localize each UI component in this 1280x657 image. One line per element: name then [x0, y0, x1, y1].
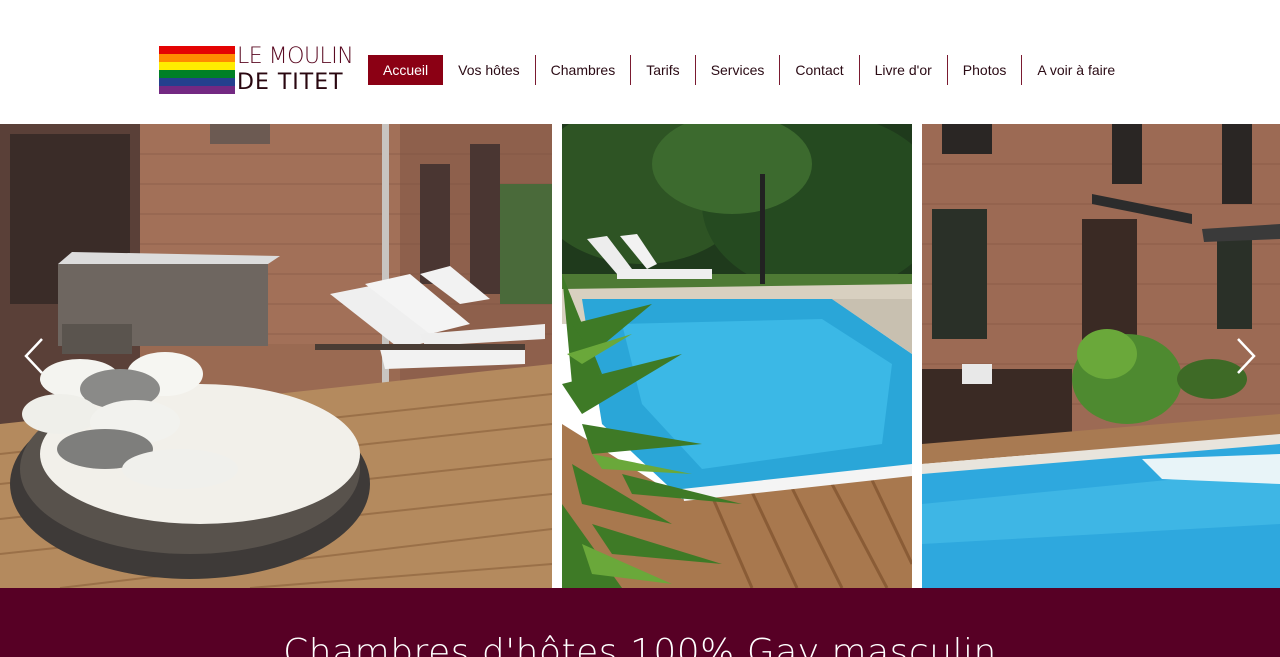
main-nav: Accueil Vos hôtes Chambres Tarifs Servic… — [368, 55, 1130, 85]
nav-item-livre-dor[interactable]: Livre d'or — [860, 55, 948, 85]
photo-slider — [0, 124, 1280, 588]
nav-item-tarifs[interactable]: Tarifs — [631, 55, 696, 85]
slide-house-photo[interactable] — [922, 124, 1280, 588]
site-logo[interactable]: LE MOULIN DE TITET — [159, 45, 359, 95]
nav-item-a-voir-a-faire[interactable]: A voir à faire — [1022, 55, 1130, 85]
nav-item-contact[interactable]: Contact — [780, 55, 860, 85]
nav-item-photos[interactable]: Photos — [948, 55, 1023, 85]
slide-pool-photo[interactable] — [562, 124, 912, 588]
chevron-right-icon — [1237, 338, 1256, 374]
banner-title: Chambres d'hôtes 100% Gay masculin — [283, 632, 997, 657]
rainbow-flag-icon — [159, 46, 235, 94]
slider-prev-button[interactable] — [22, 336, 46, 376]
nav-item-accueil[interactable]: Accueil — [368, 55, 444, 85]
logo-text-line2: DE TITET — [237, 70, 344, 95]
nav-item-vos-hotes[interactable]: Vos hôtes — [443, 55, 536, 85]
chevron-left-icon — [24, 338, 43, 374]
slide-terrace-photo[interactable] — [0, 124, 552, 588]
hero-banner: Chambres d'hôtes 100% Gay masculin — [0, 588, 1280, 657]
site-header: LE MOULIN DE TITET Accueil Vos hôtes Cha… — [0, 0, 1280, 124]
logo-text-line1: LE MOULIN — [237, 44, 354, 69]
slider-next-button[interactable] — [1234, 336, 1258, 376]
nav-item-services[interactable]: Services — [696, 55, 781, 85]
nav-item-chambres[interactable]: Chambres — [536, 55, 632, 85]
